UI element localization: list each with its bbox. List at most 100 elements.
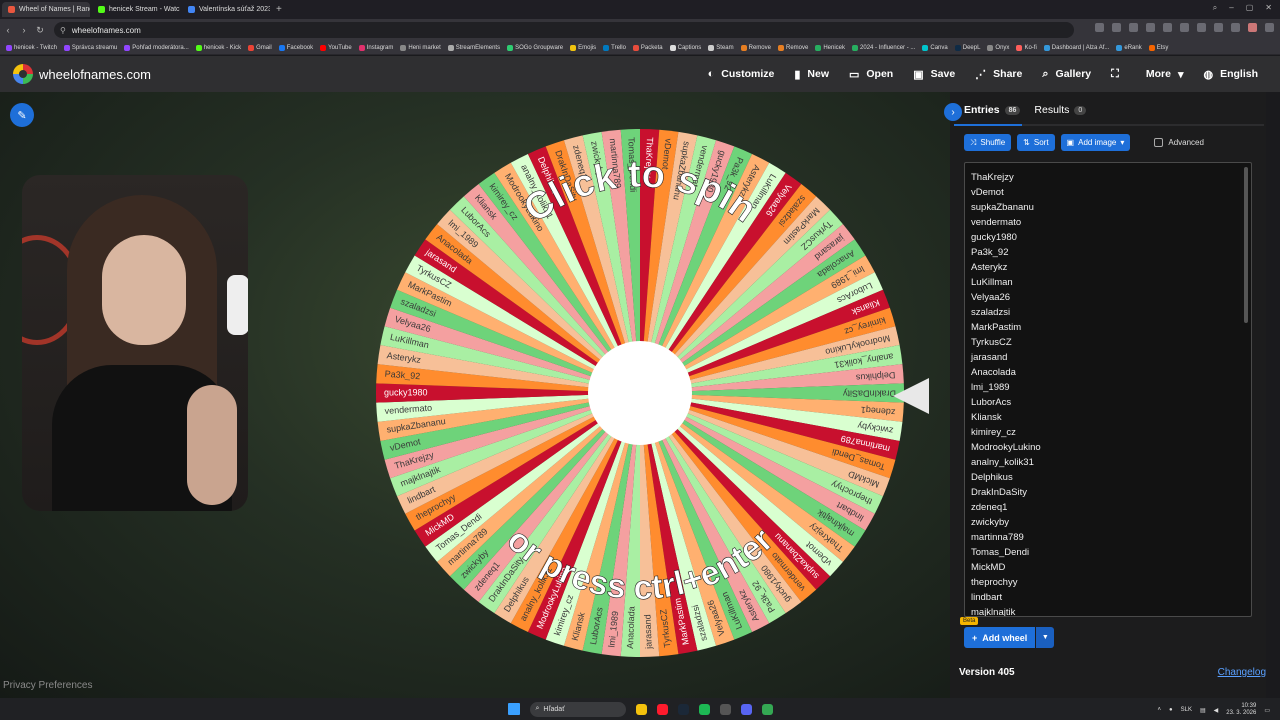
bookmark-item[interactable]: Pohľad moderátora... (124, 44, 189, 51)
opera-icon[interactable] (656, 703, 668, 715)
entry-line[interactable]: lmi_1989 (971, 380, 1251, 395)
extension-icon[interactable] (1095, 23, 1104, 32)
entry-line[interactable]: Kliansk (971, 410, 1251, 425)
bookmark-item[interactable]: Správca streamu (63, 44, 117, 51)
forward-icon[interactable]: › (16, 25, 32, 35)
bookmark-item[interactable]: Ko-fi (1016, 44, 1037, 51)
bookmark-item[interactable]: Facebook (278, 44, 313, 51)
wheel-center-hub[interactable] (588, 341, 692, 445)
sort-button[interactable]: ⇅ Sort (1017, 134, 1055, 151)
bookmark-item[interactable]: Henicek (815, 44, 845, 51)
menu-item[interactable]: ▭ Open (849, 68, 893, 81)
minimize-icon[interactable]: – (1229, 3, 1233, 13)
app-name[interactable]: wheelofnames.com (39, 67, 151, 82)
logo-icon[interactable] (13, 64, 33, 84)
explorer-icon[interactable] (635, 703, 647, 715)
close-icon[interactable]: ✕ (1265, 3, 1272, 13)
xbox-icon[interactable] (719, 703, 731, 715)
collapse-panel-button[interactable]: › (944, 103, 962, 121)
extension-icon[interactable] (1197, 23, 1206, 32)
site-info-icon[interactable]: ⚲ (60, 26, 66, 35)
entry-line[interactable]: martinna789 (971, 530, 1251, 545)
menu-item[interactable]: ⌕ Gallery (1042, 68, 1091, 81)
chrome-icon[interactable] (761, 703, 773, 715)
entry-line[interactable]: Velyaa26 (971, 290, 1251, 305)
bookmark-item[interactable]: Onyx (987, 44, 1009, 51)
menu-item[interactable]: ▮ New (794, 68, 829, 81)
changelog-link[interactable]: Changelog (1218, 667, 1266, 678)
entry-line[interactable]: lindbart (971, 590, 1251, 605)
bookmark-item[interactable]: Canva (922, 44, 948, 51)
discord-icon[interactable] (740, 703, 752, 715)
bookmark-item[interactable]: Packeta (632, 44, 663, 51)
entry-line[interactable]: kimirey_cz (971, 425, 1251, 440)
url-field[interactable]: ⚲ wheelofnames.com (54, 22, 1074, 38)
entry-line[interactable]: analny_kolik31 (971, 455, 1251, 470)
advanced-toggle[interactable]: Advanced (1154, 138, 1204, 147)
bookmark-item[interactable]: Etsy (1148, 44, 1168, 51)
entry-line[interactable]: DrakInDaSity (971, 485, 1251, 500)
entry-line[interactable]: MarkPastim (971, 320, 1251, 335)
mic-icon[interactable]: ● (1169, 707, 1173, 713)
language-indicator[interactable]: SLK (1181, 707, 1192, 713)
entries-scrollbar[interactable] (1244, 167, 1248, 323)
steam-icon[interactable] (677, 703, 689, 715)
back-icon[interactable]: ‹ (0, 25, 16, 35)
privacy-preferences-link[interactable]: Privacy Preferences (3, 680, 92, 691)
bookmark-item[interactable]: YouTube (320, 44, 352, 51)
wheel-svg[interactable]: ThaKrejzy vDemotsupkaZbananuvendermatoguc… (373, 126, 907, 660)
extension-icon[interactable] (1231, 23, 1240, 32)
menu-item[interactable]: ◍ English (1203, 68, 1258, 81)
extension-icon[interactable] (1129, 23, 1138, 32)
browser-tab[interactable]: Valentínska súťaž 2023 - I× (182, 2, 270, 17)
bookmark-item[interactable]: Emojis (570, 44, 596, 51)
browser-tab[interactable]: Wheel of Names | Rando× (2, 2, 90, 17)
taskbar-search[interactable]: ⌕ Hľadať (529, 701, 626, 717)
add-wheel-button[interactable]: + Add wheel (964, 627, 1036, 648)
bookmark-item[interactable]: eRank (1116, 44, 1142, 51)
entry-line[interactable]: Pa3k_92 (971, 245, 1251, 260)
tab-results[interactable]: Results 0 (1034, 104, 1087, 116)
volume-icon[interactable]: ◀ (1214, 707, 1219, 714)
add-wheel-dropdown-button[interactable]: ▼ (1036, 627, 1055, 648)
profile-icon[interactable] (1248, 23, 1257, 32)
add-image-button[interactable]: ▣ Add image ▾ (1060, 134, 1131, 151)
entry-line[interactable]: LuKillman (971, 275, 1251, 290)
bookmark-item[interactable]: Instagram (358, 44, 393, 51)
bookmark-item[interactable]: Steam (708, 44, 734, 51)
bookmark-item[interactable]: Heni market (400, 44, 441, 51)
entry-line[interactable]: Anacolada (971, 365, 1251, 380)
new-tab-button[interactable]: + (276, 4, 282, 15)
entry-line[interactable]: vDemot (971, 185, 1251, 200)
windows-start-icon[interactable] (507, 703, 520, 715)
entry-line[interactable]: vendermato (971, 215, 1251, 230)
extension-icon[interactable] (1180, 23, 1189, 32)
entry-line[interactable]: ModrookyLukino (971, 440, 1251, 455)
entry-line[interactable]: MickMD (971, 560, 1251, 575)
clock[interactable]: 10:39 23. 3. 2026 (1226, 703, 1256, 717)
bookmark-item[interactable]: Gmail (248, 44, 272, 51)
shuffle-button[interactable]: ⤨ Shuffle (964, 134, 1012, 151)
entry-line[interactable]: majklnajtik (971, 605, 1251, 616)
entry-line[interactable]: LuborAcs (971, 395, 1251, 410)
menu-item[interactable]: ⛶ (1111, 68, 1126, 81)
entry-line[interactable]: szaladzsi (971, 305, 1251, 320)
notification-icon[interactable]: ▭ (1264, 707, 1270, 714)
menu-item[interactable]: More ▾ (1146, 68, 1184, 81)
entry-line[interactable]: supkaZbananu (971, 200, 1251, 215)
menu-item[interactable]: ⋰ Share (975, 68, 1022, 81)
entry-line[interactable]: zwickyby (971, 515, 1251, 530)
extension-icon[interactable] (1112, 23, 1121, 32)
tab-entries[interactable]: Entries 86 (964, 104, 1021, 116)
entry-line[interactable]: jarasand (971, 350, 1251, 365)
advanced-checkbox[interactable] (1154, 138, 1164, 147)
browser-tab[interactable]: henicek Stream - Watch L× (92, 2, 180, 17)
entry-line[interactable]: Asterykz (971, 260, 1251, 275)
reload-icon[interactable]: ↻ (32, 25, 48, 36)
bookmark-item[interactable]: henicek - Kick (195, 44, 241, 51)
extension-icon[interactable] (1163, 23, 1172, 32)
bookmark-item[interactable]: henicek - Twitch (6, 44, 57, 51)
bookmark-item[interactable]: DeepL (954, 44, 980, 51)
entry-line[interactable]: TyrkusCZ (971, 335, 1251, 350)
entry-line[interactable]: ThaKrejzy (971, 170, 1251, 185)
